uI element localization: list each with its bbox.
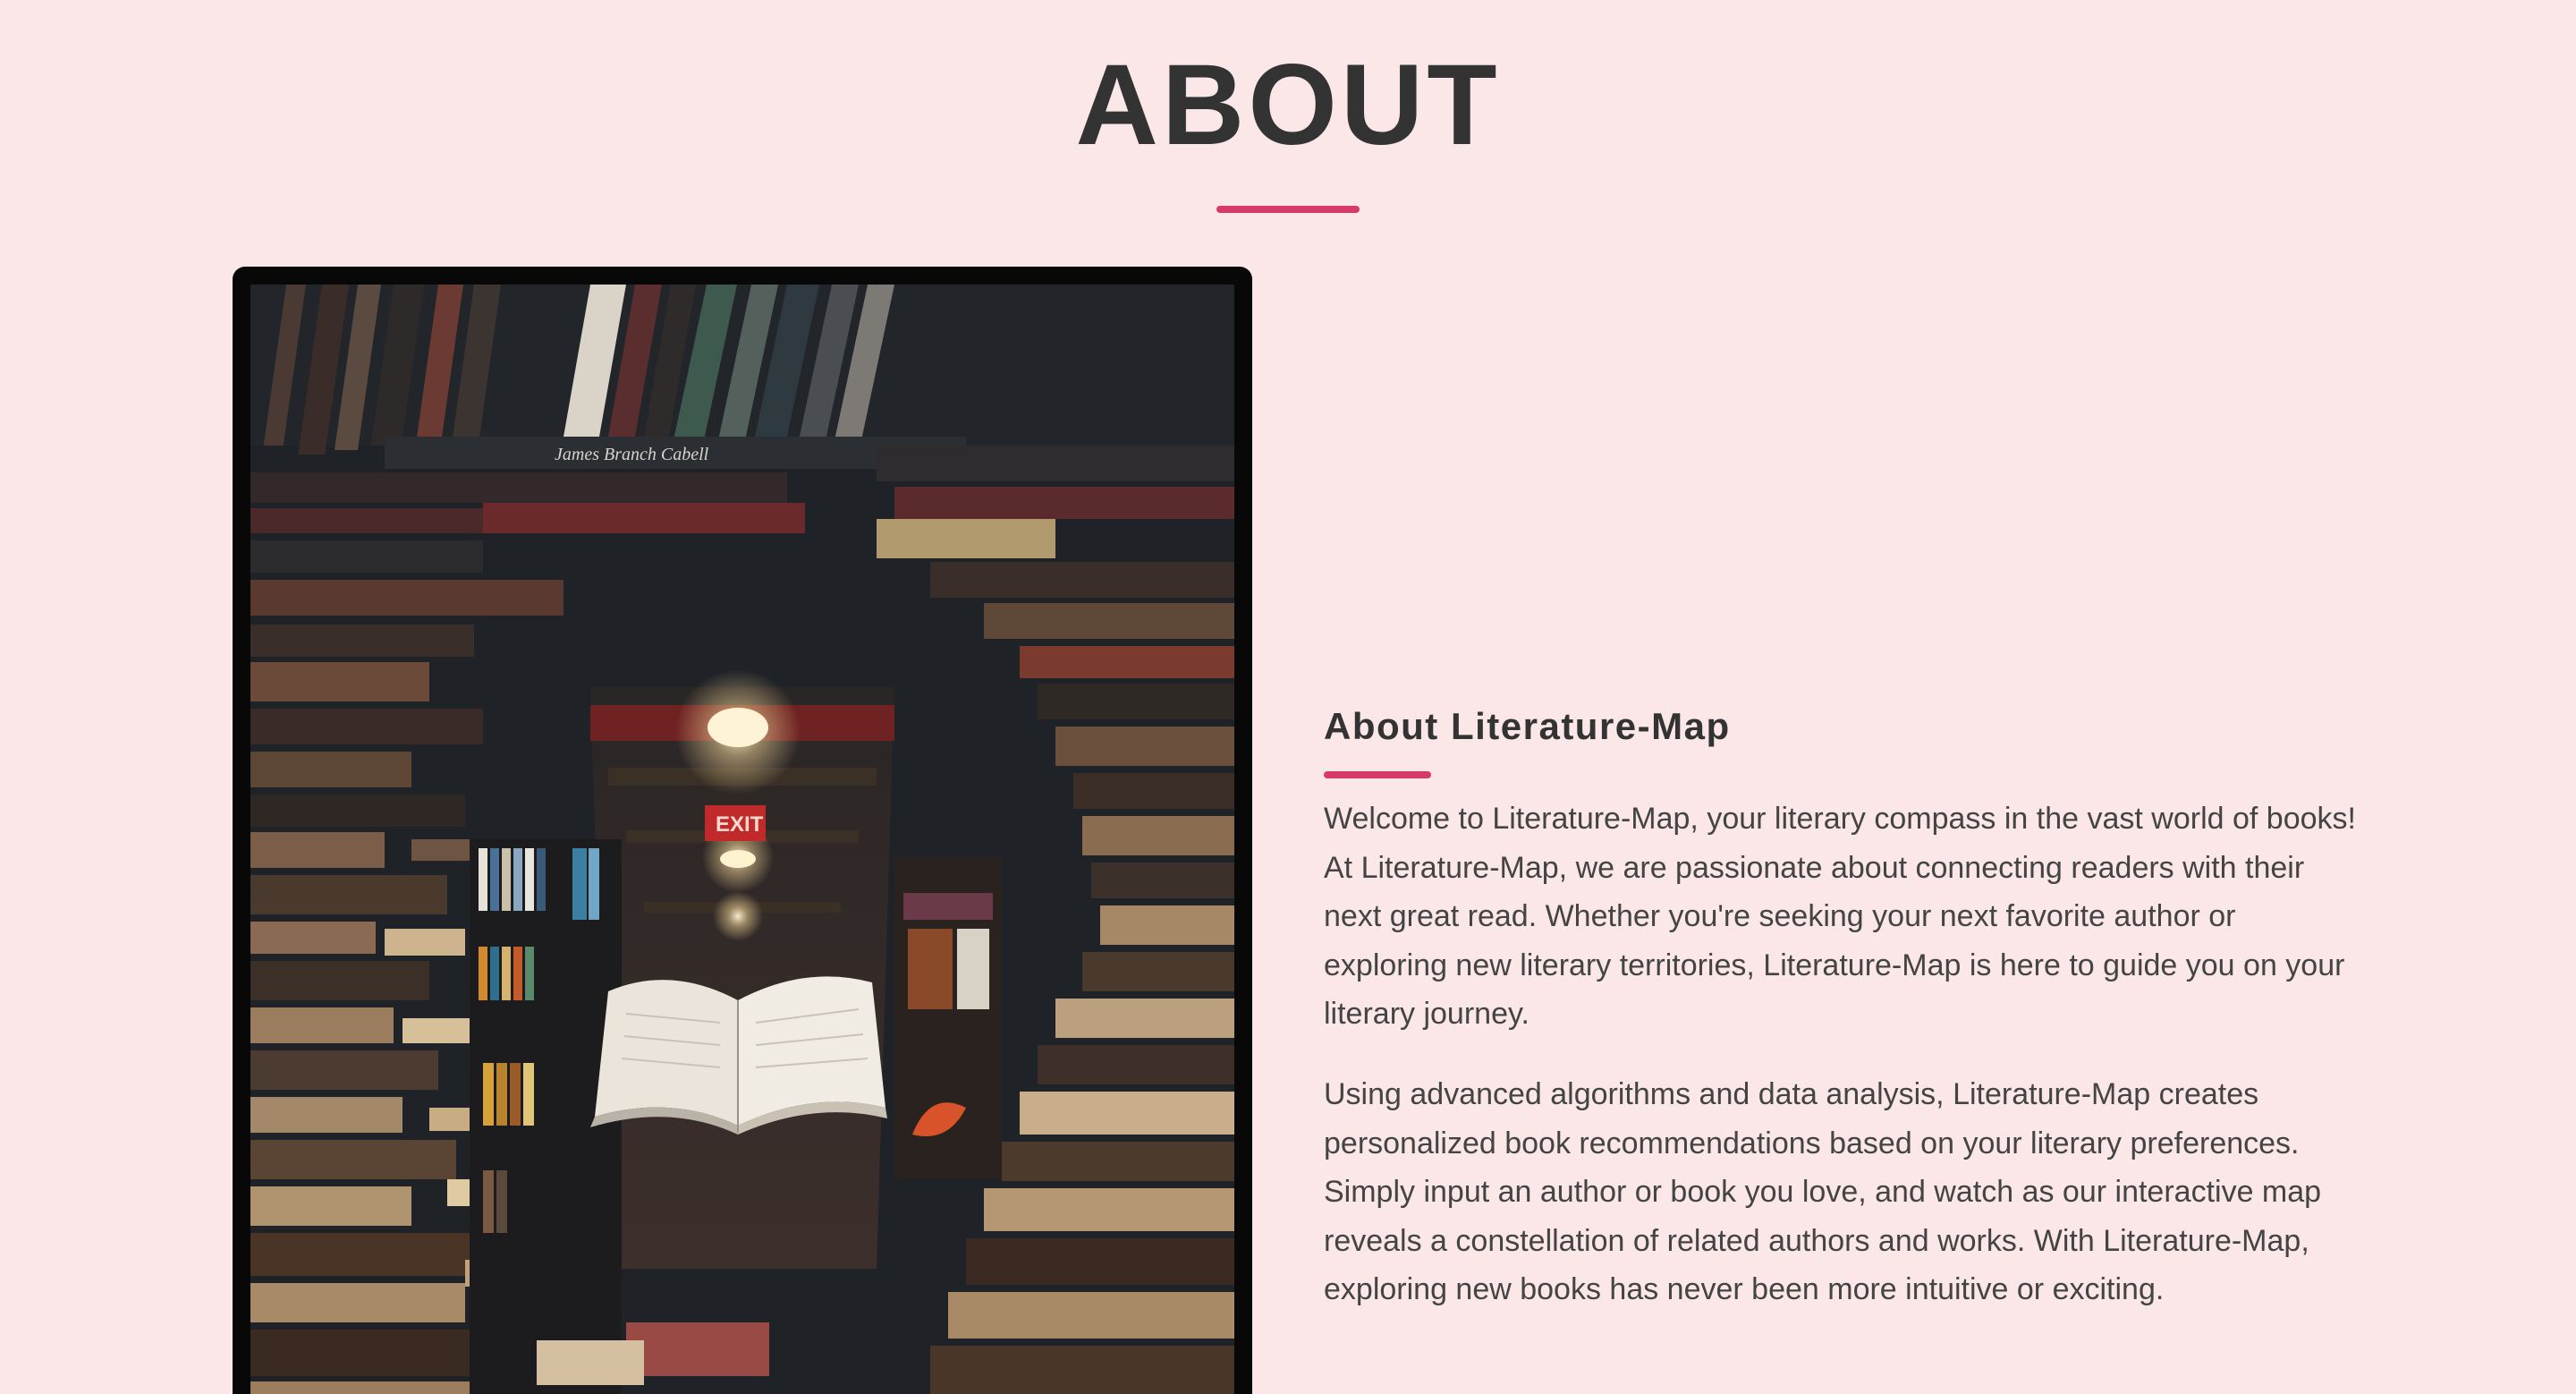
about-paragraph-2: Using advanced algorithms and data analy… xyxy=(1324,1077,2322,1306)
about-section: ABOUT James Branch Cabell EXIT About Lit… xyxy=(0,0,2576,1394)
heading-underline xyxy=(1324,771,1431,778)
floating-open-book xyxy=(590,976,887,1135)
section-title: ABOUT xyxy=(1075,41,1501,169)
title-underline xyxy=(1216,206,1360,213)
ceiling-books xyxy=(250,285,1234,455)
library-illustration: James Branch Cabell EXIT xyxy=(250,285,1234,1394)
about-heading: About Literature-Map xyxy=(1324,705,1731,747)
book-spine-text: James Branch Cabell xyxy=(555,445,709,464)
library-photo: James Branch Cabell EXIT xyxy=(250,285,1234,1394)
about-image-frame: James Branch Cabell EXIT xyxy=(233,267,1252,1394)
about-paragraph-1: Welcome to Literature-Map, your literary… xyxy=(1324,802,2356,1031)
svg-text:EXIT: EXIT xyxy=(716,812,764,837)
